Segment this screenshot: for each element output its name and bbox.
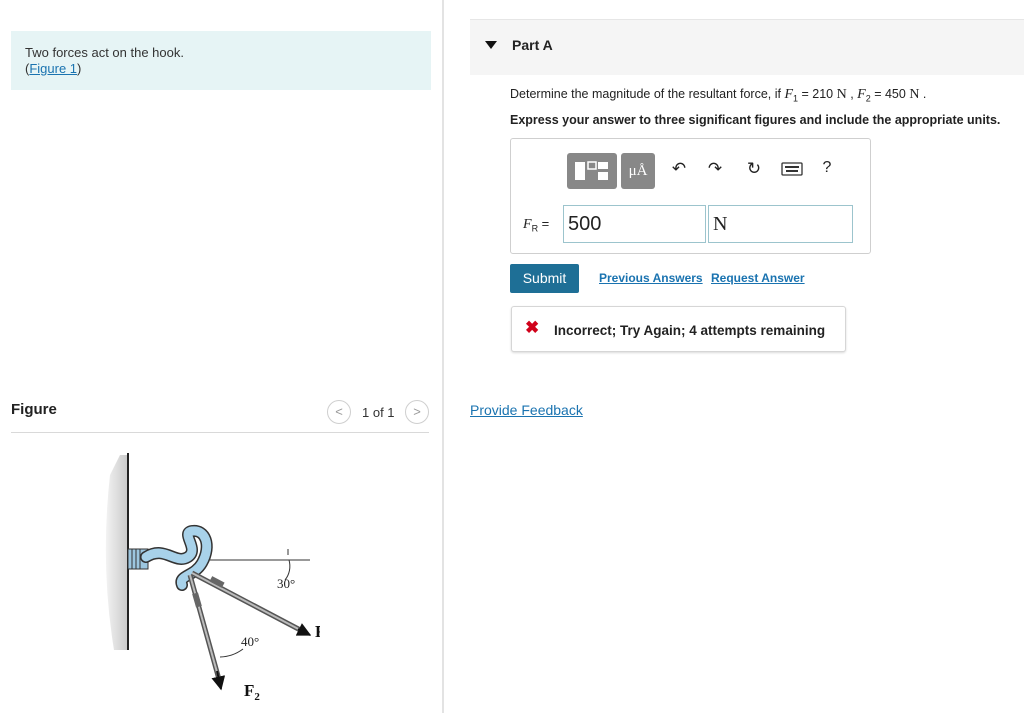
next-figure-button[interactable]: > xyxy=(405,400,429,424)
part-a-header[interactable]: Part A xyxy=(470,19,1024,75)
redo-icon[interactable]: ↷ xyxy=(703,159,727,179)
hook-figure: 30° 40° F1 F2 xyxy=(105,453,320,703)
feedback-message: ✖ Incorrect; Try Again; 4 attempts remai… xyxy=(511,306,846,352)
unit-input[interactable]: N xyxy=(708,205,853,243)
provide-feedback-link[interactable]: Provide Feedback xyxy=(470,402,583,418)
units-button[interactable]: μÅ xyxy=(621,153,655,189)
figure-pager: 1 of 1 xyxy=(362,405,395,420)
problem-statement: Two forces act on the hook. (Figure 1) xyxy=(11,31,431,90)
answer-label: FR = xyxy=(523,216,550,234)
force-f1-label: F1 xyxy=(315,622,320,644)
angle-40-label: 40° xyxy=(241,634,259,649)
prev-figure-button[interactable]: < xyxy=(327,400,351,424)
feedback-text: Incorrect; Try Again; 4 attempts remaini… xyxy=(554,323,826,338)
template-icon[interactable] xyxy=(567,153,617,189)
error-x-icon: ✖ xyxy=(525,318,540,337)
instruction-text: Express your answer to three significant… xyxy=(510,113,1001,127)
collapse-triangle-icon[interactable] xyxy=(485,41,497,49)
problem-intro: Two forces act on the hook. xyxy=(25,45,184,60)
question-text: Determine the magnitude of the resultant… xyxy=(510,87,927,104)
submit-button[interactable]: Submit xyxy=(510,264,579,293)
value-input[interactable]: 500 xyxy=(563,205,706,243)
part-title: Part A xyxy=(512,37,553,53)
panel-divider xyxy=(442,0,444,713)
answer-box: μÅ ↶ ↷ ↻ ? FR = 500 N xyxy=(510,138,871,254)
angle-30-label: 30° xyxy=(277,576,295,591)
figure-title: Figure xyxy=(11,401,57,418)
figure-link-line: (Figure 1) xyxy=(25,61,82,76)
request-answer-link[interactable]: Request Answer xyxy=(711,271,805,285)
previous-answers-link[interactable]: Previous Answers xyxy=(599,271,703,285)
undo-icon[interactable]: ↶ xyxy=(667,159,691,179)
wall xyxy=(105,455,128,650)
force-f2-label: F2 xyxy=(244,681,260,703)
reset-icon[interactable]: ↻ xyxy=(742,159,766,179)
figure-header: Figure < 1 of 1 > xyxy=(11,398,429,433)
help-button[interactable]: ? xyxy=(815,159,839,177)
figure-link[interactable]: Figure 1 xyxy=(29,61,77,76)
keyboard-icon[interactable] xyxy=(780,161,804,181)
